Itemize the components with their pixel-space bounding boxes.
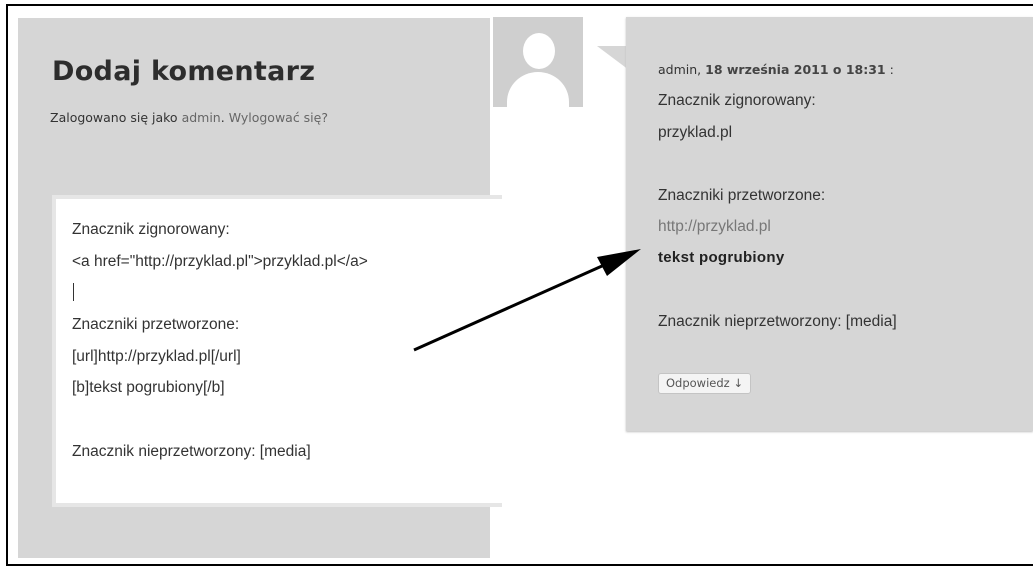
comment-unprocessed-line: Znacznik nieprzetworzony: [media] [658,313,897,330]
comment-processed-link[interactable]: http://przyklad.pl [658,218,771,236]
dot-separator: . [220,110,225,125]
comment-panel: admin, 18 września 2011 o 18:31 : Znaczn… [626,17,1033,431]
textarea-line: <a href="http://przyklad.pl">przyklad.pl… [72,253,368,270]
comment-date-suffix: : [889,62,894,77]
comment-author: admin, [658,62,702,77]
comment-processed-bold: tekst pogrubiony [658,249,785,266]
comment-meta: admin, 18 września 2011 o 18:31 : [658,62,894,77]
textarea-line: Znacznik zignorowany: [72,221,230,238]
textarea-line: Znacznik nieprzetworzony: [media] [72,443,311,460]
textarea-line: [b]tekst pogrubiony[/b] [72,379,225,396]
avatar-head [523,33,555,69]
comment-date: 18 września 2011 o 18:31 [705,62,886,77]
comment-ignored-label: Znacznik zignorowany: [658,92,816,109]
textarea-line: Znaczniki przetworzone: [72,316,240,333]
user-link[interactable]: admin [182,110,221,125]
logout-link[interactable]: Wylogować się? [229,110,328,125]
default-user-avatar-icon [493,17,583,107]
textarea-line: [url]http://przyklad.pl[/url] [72,348,241,365]
bubble-tail [597,46,629,70]
comment-form-panel: Dodaj komentarz Zalogowano się jako admi… [18,18,502,558]
comment-textarea[interactable]: Znacznik zignorowany: <a href="http://pr… [52,195,502,507]
comment-processed-label: Znaczniki przetworzone: [658,187,826,204]
text-caret [73,283,74,301]
logged-in-line: Zalogowano się jako admin. Wylogować się… [50,110,328,125]
form-title: Dodaj komentarz [52,56,316,87]
logged-in-prefix: Zalogowano się jako [50,110,178,125]
avatar-body [507,72,569,107]
comment-ignored-value: przyklad.pl [658,124,733,141]
reply-button[interactable]: Odpowiedz ↓ [658,373,751,394]
